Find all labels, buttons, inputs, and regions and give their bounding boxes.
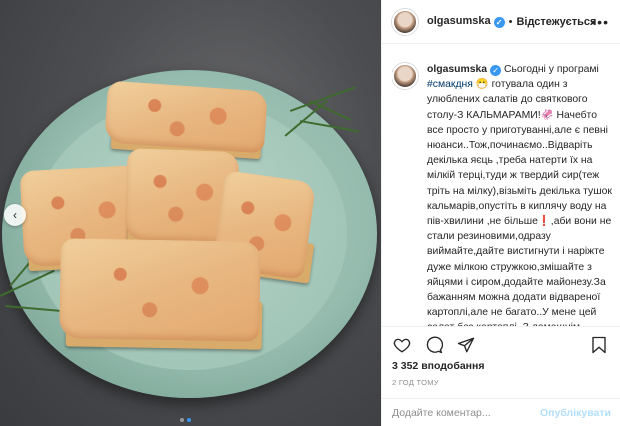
caption: olgasumska ✓ Сьогодні у програмі #смакдня… (392, 62, 614, 326)
post-photo[interactable]: ‹ (0, 0, 381, 426)
heart-icon[interactable] (392, 335, 412, 355)
share-icon[interactable] (456, 335, 476, 355)
caption-username[interactable]: olgasumska (427, 64, 487, 75)
bookmark-icon[interactable] (589, 335, 609, 355)
following-button[interactable]: Відстежується (516, 16, 596, 28)
comment-icon[interactable] (424, 335, 444, 355)
comment-input[interactable] (392, 406, 540, 419)
carousel-prev-button[interactable]: ‹ (4, 204, 26, 226)
caption-intro: Сьогодні у програмі (503, 64, 599, 75)
caption-text: olgasumska ✓ Сьогодні у програмі #смакдня… (427, 62, 614, 326)
comment-bar: Опублікувати (382, 398, 620, 426)
verified-badge-icon: ✓ (493, 17, 505, 28)
verified-badge-icon: ✓ (490, 65, 502, 76)
post-header: olgasumska ✓ • Відстежується ••• (382, 0, 620, 44)
post-timestamp[interactable]: 2 год тому (392, 378, 439, 387)
carousel-dot-active (187, 418, 191, 422)
caption-avatar[interactable] (392, 63, 418, 89)
header-username[interactable]: olgasumska ✓ (427, 15, 505, 28)
carousel-indicator (180, 418, 191, 422)
more-options-icon[interactable]: ••• (591, 14, 609, 30)
hashtag-link[interactable]: #смакдня (427, 79, 473, 90)
action-bar (382, 326, 620, 362)
header-separator: • (508, 15, 513, 28)
caption-body: 😷 готувала один з улюблених салатів до с… (427, 79, 612, 326)
carousel-dot (180, 418, 184, 422)
avatar[interactable] (392, 8, 418, 35)
likes-count[interactable]: 3 352 вподобання (392, 360, 484, 372)
post-comment-button[interactable]: Опублікувати (540, 407, 611, 419)
post-sidebar: olgasumska ✓ • Відстежується ••• olgasums… (381, 0, 620, 426)
